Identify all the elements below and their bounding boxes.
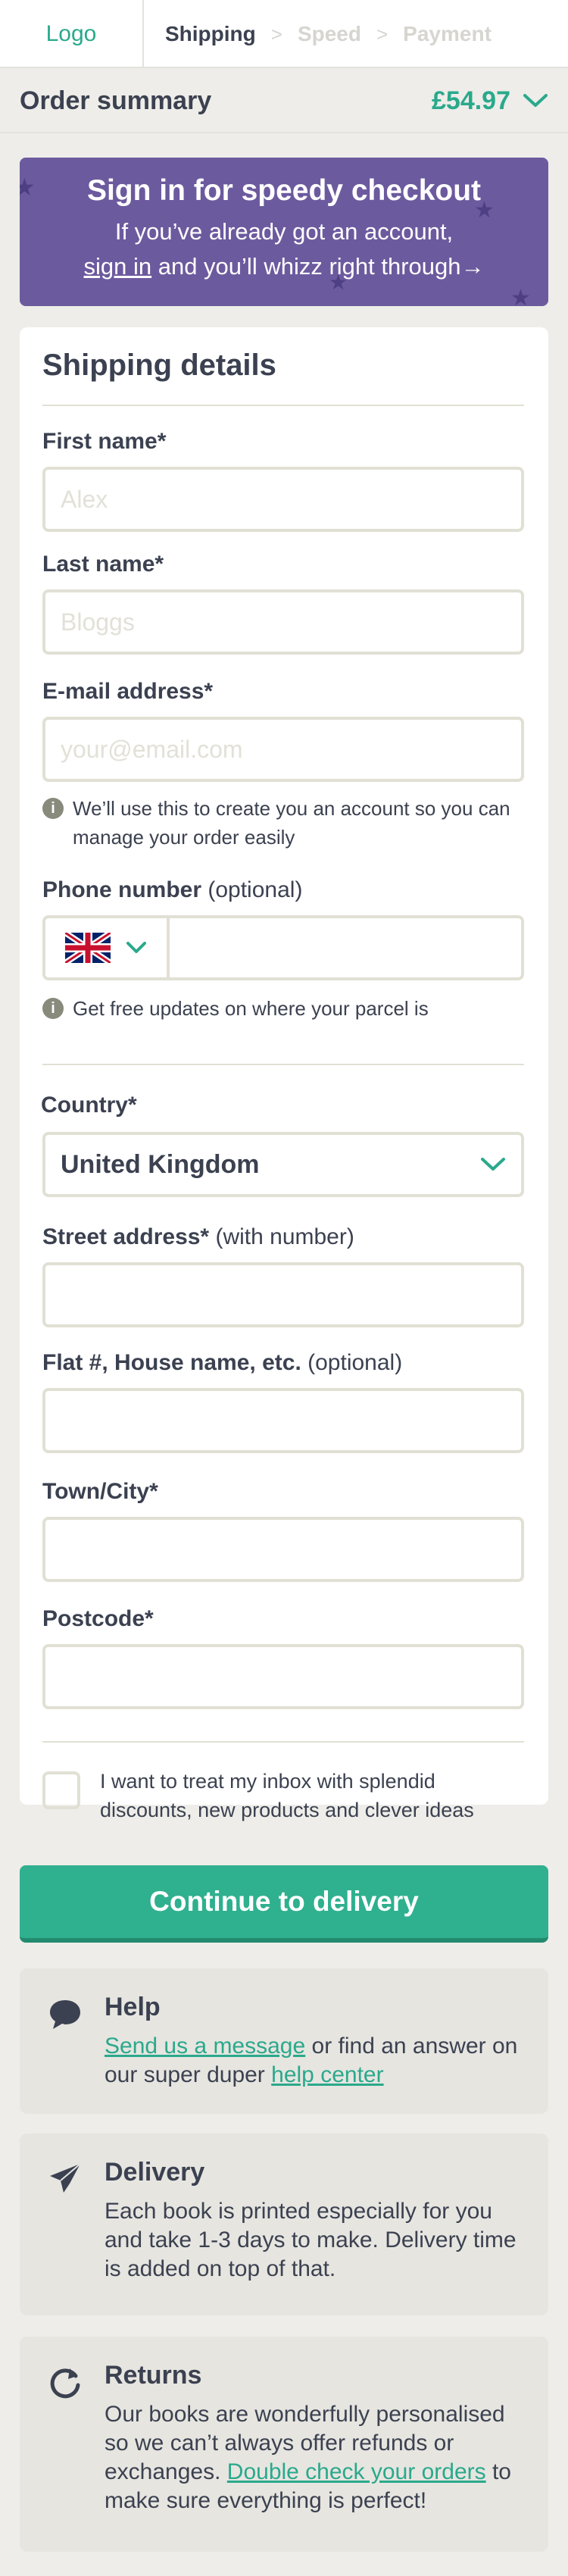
top-bar: Logo Shipping > Speed > Payment	[0, 0, 568, 68]
phone-input[interactable]	[170, 918, 521, 977]
help-center-link[interactable]: help center	[271, 2062, 383, 2087]
divider	[42, 1741, 524, 1743]
postcode-field[interactable]	[42, 1644, 524, 1709]
shipping-details-card: Shipping details First name* Alex Last n…	[20, 327, 548, 1821]
email-hint: i We’ll use this to create you an accoun…	[42, 794, 512, 852]
sign-in-banner: ★ ★ ★ ★ Sign in for speedy checkout If y…	[20, 158, 548, 306]
phone-field[interactable]	[42, 915, 524, 980]
step-speed: Speed	[297, 22, 361, 45]
chevron-down-icon	[523, 94, 548, 107]
refresh-icon	[50, 2368, 80, 2399]
last-name-label: Last name*	[42, 552, 164, 577]
first-name-field[interactable]: Alex	[42, 467, 524, 532]
delivery-body: Each book is printed especially for you …	[105, 2199, 517, 2281]
step-separator: >	[376, 22, 389, 45]
star-icon: ★	[510, 286, 531, 306]
country-code-select[interactable]	[45, 918, 170, 977]
sign-in-link[interactable]: sign in	[84, 253, 152, 280]
flat-label: Flat #, House name, etc. (optional)	[42, 1350, 403, 1375]
paper-plane-icon	[50, 2163, 81, 2193]
double-check-orders-link[interactable]: Double check your orders	[227, 2459, 486, 2484]
town-label: Town/City*	[42, 1479, 158, 1504]
info-icon: i	[42, 798, 64, 819]
returns-panel: Returns Our books are wonderfully person…	[20, 2337, 548, 2552]
country-select[interactable]: United Kingdom	[42, 1132, 524, 1197]
email-field[interactable]: your@email.com	[42, 717, 524, 782]
postcode-label: Postcode*	[42, 1606, 154, 1631]
street-field[interactable]	[42, 1262, 524, 1327]
order-summary-total: £54.97	[432, 86, 548, 116]
order-summary-toggle[interactable]: Order summary £54.97	[0, 70, 568, 133]
speech-bubble-icon	[50, 2000, 80, 2029]
town-field[interactable]	[42, 1517, 524, 1582]
chevron-down-icon	[481, 1158, 505, 1171]
order-total-price: £54.97	[432, 86, 510, 115]
newsletter-checkbox[interactable]	[42, 1771, 80, 1809]
divider	[42, 405, 524, 406]
divider	[42, 1064, 524, 1065]
order-summary-title: Order summary	[20, 86, 212, 115]
country-label: Country*	[41, 1093, 137, 1118]
help-title: Help	[105, 1993, 161, 2021]
help-body: Send us a message or find an answer on o…	[105, 2034, 518, 2087]
section-title: Shipping details	[42, 349, 276, 382]
email-label: E-mail address*	[42, 679, 214, 704]
step-payment: Payment	[403, 22, 492, 45]
first-name-label: First name*	[42, 429, 167, 454]
sign-in-text: If you’ve already got an account,	[114, 218, 454, 245]
send-message-link[interactable]: Send us a message	[105, 2034, 305, 2059]
returns-title: Returns	[105, 2361, 202, 2390]
phone-label: Phone number (optional)	[42, 877, 303, 902]
chevron-down-icon	[126, 942, 146, 953]
logo[interactable]: Logo	[0, 0, 144, 68]
delivery-title: Delivery	[105, 2158, 205, 2187]
step-separator: >	[270, 22, 282, 45]
phone-hint: i Get free updates on where your parcel …	[42, 994, 429, 1023]
info-icon: i	[42, 998, 64, 1019]
delivery-panel: Delivery Each book is printed especially…	[20, 2134, 548, 2315]
continue-to-delivery-button[interactable]: Continue to delivery	[20, 1865, 548, 1943]
flat-field[interactable]	[42, 1388, 524, 1453]
sign-in-title: Sign in for speedy checkout	[86, 174, 482, 207]
last-name-field[interactable]: Bloggs	[42, 589, 524, 655]
newsletter-label: I want to treat my inbox with splendid d…	[100, 1770, 474, 1821]
street-label: Street address* (with number)	[42, 1224, 354, 1249]
sign-in-text-2: sign in and you’ll whizz right through→	[83, 253, 485, 280]
checkout-steps: Shipping > Speed > Payment	[165, 0, 492, 68]
returns-body: Our books are wonderfully personalised s…	[105, 2402, 511, 2513]
step-shipping: Shipping	[165, 22, 256, 45]
help-panel: Help Send us a message or find an answer…	[20, 1968, 548, 2114]
uk-flag-icon	[65, 933, 111, 963]
